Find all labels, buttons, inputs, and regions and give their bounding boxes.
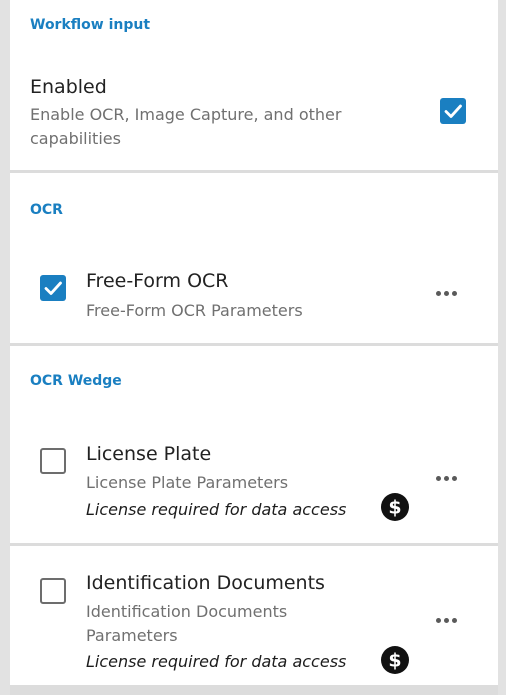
free-form-ocr-subtitle: Free-Form OCR Parameters <box>86 301 303 320</box>
dollar-circle-icon: $ <box>381 646 409 674</box>
enabled-description: Enable OCR, Image Capture, and other cap… <box>30 105 342 148</box>
identification-documents-title: Identification Documents <box>86 572 325 594</box>
license-plate-checkbox[interactable] <box>40 448 66 474</box>
dollar-circle-icon: $ <box>381 493 409 521</box>
enabled-checkbox[interactable] <box>440 98 466 124</box>
free-form-ocr-checkbox[interactable] <box>40 275 66 301</box>
more-options-icon[interactable] <box>436 614 464 628</box>
more-options-icon[interactable] <box>436 472 464 486</box>
check-icon <box>444 104 462 118</box>
svg-text:$: $ <box>388 497 401 519</box>
identification-documents-subtitle: Identification Documents Parameters <box>86 602 288 645</box>
license-plate-license-note: License required for data access <box>86 500 347 519</box>
settings-screen: Workflow input Enabled Enable OCR, Image… <box>10 0 498 695</box>
section-title-workflow-input: Workflow input <box>30 17 151 33</box>
workflow-input-card: Workflow input Enabled Enable OCR, Image… <box>10 0 498 170</box>
identification-documents-checkbox[interactable] <box>40 578 66 604</box>
identification-documents-license-note: License required for data access <box>86 652 347 671</box>
identification-documents-card: Identification Documents Identification … <box>10 546 498 685</box>
svg-text:$: $ <box>388 650 401 672</box>
section-title-ocr: OCR <box>30 202 63 218</box>
license-plate-title: License Plate <box>86 443 212 465</box>
ocr-wedge-card: OCR Wedge License Plate License Plate Pa… <box>10 346 498 543</box>
enabled-label: Enabled <box>30 76 107 98</box>
free-form-ocr-title: Free-Form OCR <box>86 270 229 292</box>
section-title-ocr-wedge: OCR Wedge <box>30 373 122 389</box>
check-icon <box>44 281 62 295</box>
ocr-card: OCR Free-Form OCR Free-Form OCR Paramete… <box>10 173 498 343</box>
license-plate-subtitle: License Plate Parameters <box>86 473 289 492</box>
more-options-icon[interactable] <box>436 287 464 301</box>
